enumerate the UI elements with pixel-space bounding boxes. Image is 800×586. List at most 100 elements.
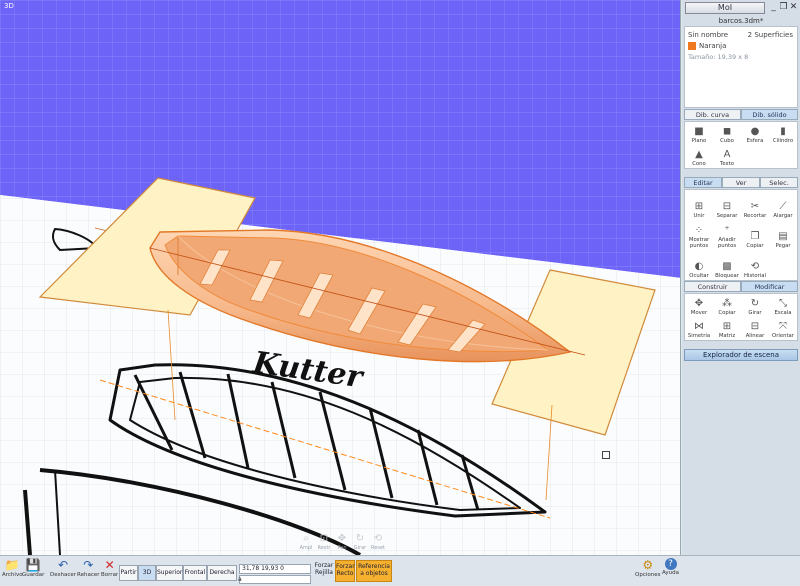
- edit-tab-selec[interactable]: Selec.: [760, 177, 798, 188]
- maximize-viewport-icon[interactable]: [602, 451, 610, 459]
- pan-icon: ✥: [337, 533, 347, 544]
- nav-reset-button[interactable]: ⟲ Reset: [369, 532, 387, 554]
- tool-recortar-button[interactable]: ✂ Recortar: [741, 190, 769, 220]
- button-label: Guardar: [22, 572, 45, 578]
- nav-ampl-button[interactable]: ⌕ Ampl: [297, 532, 315, 554]
- borrar-button[interactable]: ✕ Borrar: [101, 558, 118, 578]
- tool-label: Plano: [691, 138, 707, 144]
- tool-label: Recortar: [743, 213, 767, 219]
- tool-pegar-button[interactable]: ▤ Pegar: [769, 220, 797, 250]
- view-superior-button[interactable]: Superior: [156, 565, 183, 581]
- snap-forzar-recto-toggle[interactable]: Forzar Recto: [335, 560, 355, 582]
- transform-toolbox: ✥ Mover ⁂ Copiar ↻ Girar ⤡ Escala ⋈ Simetría ⊞ Matr…: [684, 293, 798, 341]
- tool-girar-button[interactable]: ↻ Girar: [741, 294, 769, 317]
- properties-box: Sin nombre 2 Superficies Naranja Tamaño:…: [684, 26, 798, 108]
- edit-tabs: Editar Ver Selec.: [684, 177, 798, 188]
- tool-bloquear-button[interactable]: ▩ Bloquear: [713, 250, 741, 280]
- mover-icon: ✥: [694, 298, 704, 309]
- nav-label: Restr: [317, 545, 331, 551]
- edit-tab-ver[interactable]: Ver: [722, 177, 760, 188]
- options-icon: ⚙: [642, 558, 654, 572]
- viewport-canvas[interactable]: Kutter: [0, 0, 681, 555]
- nav-girar-button[interactable]: ↻ Girar: [351, 532, 369, 554]
- app-menu-button[interactable]: MoI: [685, 2, 765, 14]
- transform-tabs: Construir Modificar: [684, 281, 798, 292]
- edit-tab-editar[interactable]: Editar: [684, 177, 722, 188]
- tool-alinear-button[interactable]: ⊟ Alinear: [741, 317, 769, 340]
- viewport-label: 3D: [4, 2, 14, 10]
- 3d-viewport[interactable]: Kutter 3D ⌕ Ampl ⊡ Restr ✥ Pan ↻ Girar ⟲…: [0, 0, 681, 555]
- tool-matriz-button[interactable]: ⊞ Matriz: [713, 317, 741, 340]
- simetria-icon: ⋈: [694, 321, 704, 332]
- tool-label: Cubo: [720, 138, 734, 144]
- tool-plano-button[interactable]: ■ Plano: [685, 122, 713, 145]
- cubo-icon: ◼: [722, 126, 732, 137]
- tool-esfera-button[interactable]: ● Esfera: [741, 122, 769, 145]
- view-derecha-button[interactable]: Derecha: [207, 565, 237, 581]
- coordinate-input[interactable]: 31,78 19,93 0: [239, 564, 311, 574]
- tool-cubo-button[interactable]: ◼ Cubo: [713, 122, 741, 145]
- tool-historial-button[interactable]: ⟲ Historial: [741, 250, 769, 280]
- separar-icon: ⊟: [722, 201, 732, 212]
- angle-input[interactable]: a: [238, 575, 311, 584]
- nav-label: Girar: [353, 545, 367, 551]
- view-3d-button[interactable]: 3D: [138, 565, 156, 581]
- view-partir-button[interactable]: Partir: [119, 565, 138, 581]
- button-label: Archivo: [2, 572, 23, 578]
- tool-copiar-button[interactable]: ❐ Copiar: [741, 220, 769, 250]
- help-button[interactable]: ? Ayuda: [662, 558, 679, 576]
- draw-tab-dib-curva[interactable]: Dib. curva: [684, 109, 741, 120]
- bloquear-icon: ▩: [722, 261, 732, 272]
- tool-label: Unir: [693, 213, 705, 219]
- deshacer-button[interactable]: ↶ Deshacer: [50, 558, 76, 578]
- archivo-icon: 📁: [4, 558, 20, 572]
- object-name[interactable]: Sin nombre: [688, 31, 728, 39]
- archivo-button[interactable]: 📁 Archivo: [2, 558, 23, 578]
- tool-label: Mostrar puntos: [688, 237, 710, 249]
- girar-icon: ↻: [355, 533, 365, 544]
- alinear-icon: ⊟: [750, 321, 760, 332]
- rehacer-button[interactable]: ↷ Rehacer: [77, 558, 99, 578]
- tool-ocultar-button[interactable]: ◐ Ocultar: [685, 250, 713, 280]
- tool-cilindro-button[interactable]: ▮ Cilindro: [769, 122, 797, 145]
- style-name[interactable]: Naranja: [699, 42, 726, 50]
- snap-forzar-rejilla-toggle[interactable]: Forzar Rejilla: [314, 560, 334, 582]
- alargar-icon: ⟋: [779, 201, 787, 212]
- options-button[interactable]: ⚙ Opciones: [635, 558, 660, 578]
- tool-anadir-puntos-button[interactable]: ⁺ Añadir puntos: [713, 220, 741, 250]
- tool-simetria-button[interactable]: ⋈ Simetría: [685, 317, 713, 340]
- transform-tab-modificar[interactable]: Modificar: [741, 281, 798, 292]
- view-frontal-button[interactable]: Frontal: [183, 565, 207, 581]
- deshacer-icon: ↶: [57, 558, 69, 572]
- reset-icon: ⟲: [373, 533, 383, 544]
- tool-mover-button[interactable]: ✥ Mover: [685, 294, 713, 317]
- tool-texto-button[interactable]: A Texto: [713, 145, 741, 168]
- tool-copiar-button[interactable]: ⁂ Copiar: [713, 294, 741, 317]
- draw-tab-dib-solido[interactable]: Dib. sólido: [741, 109, 798, 120]
- ocultar-icon: ◐: [694, 261, 704, 272]
- guardar-icon: 💾: [25, 558, 41, 572]
- close-icon[interactable]: ✕: [788, 2, 799, 13]
- tool-alargar-button[interactable]: ⟋ Alargar: [769, 190, 797, 220]
- file-name: barcos.3dm*: [718, 17, 764, 25]
- tool-orientar-button[interactable]: ⤧ Orientar: [769, 317, 797, 340]
- edit-toolbox: ⊞ Unir ⊟ Separar ✂ Recortar ⟋ Alargar ⁘ Mostrar p…: [684, 189, 798, 281]
- style-color-swatch[interactable]: [688, 42, 696, 50]
- tool-label: Girar: [748, 310, 762, 316]
- tool-cono-button[interactable]: ▲ Cono: [685, 145, 713, 168]
- copiar-icon: ⁂: [722, 298, 732, 309]
- tool-label: Alargar: [773, 213, 793, 219]
- transform-tab-construir[interactable]: Construir: [684, 281, 741, 292]
- nav-pan-button[interactable]: ✥ Pan: [333, 532, 351, 554]
- tool-mostrar-puntos-button[interactable]: ⁘ Mostrar puntos: [685, 220, 713, 250]
- snap-referencia-a-objetos-toggle[interactable]: Referencia a objetos: [356, 560, 392, 582]
- guardar-button[interactable]: 💾 Guardar: [22, 558, 44, 578]
- tool-unir-button[interactable]: ⊞ Unir: [685, 190, 713, 220]
- nav-restr-button[interactable]: ⊡ Restr: [315, 532, 333, 554]
- draw-toolbox: ■ Plano ◼ Cubo ● Esfera ▮ Cilindro ▲ Cono A Texto: [684, 121, 798, 169]
- tool-escala-button[interactable]: ⤡ Escala: [769, 294, 797, 317]
- anadir-puntos-icon: ⁺: [724, 225, 730, 236]
- tool-separar-button[interactable]: ⊟ Separar: [713, 190, 741, 220]
- scene-browser-button[interactable]: Explorador de escena: [684, 349, 798, 361]
- cilindro-icon: ▮: [780, 126, 786, 137]
